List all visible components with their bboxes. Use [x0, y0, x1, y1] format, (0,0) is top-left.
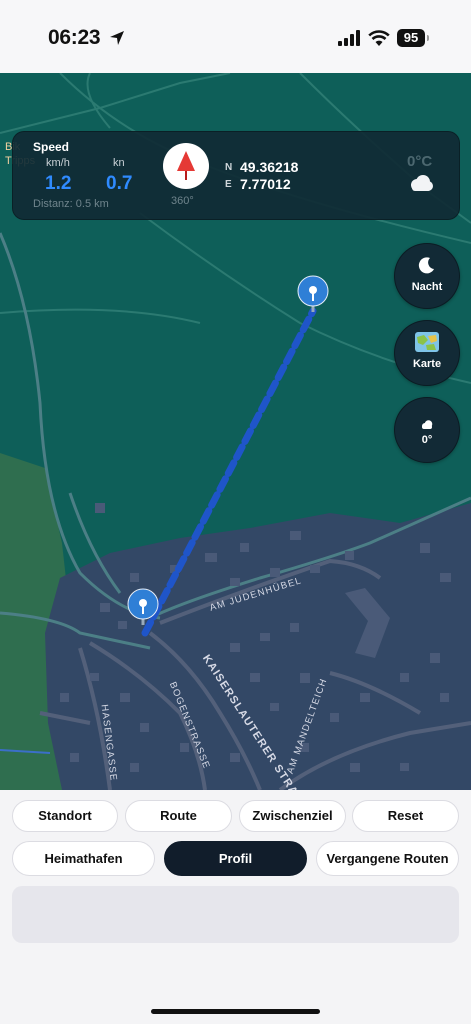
route-button[interactable]: Route — [125, 800, 232, 832]
profil-button[interactable]: Profil — [164, 841, 307, 876]
heading-readout: 360° — [171, 195, 194, 207]
info-panel: Speed km/h kn 1.2 0.7 Distanz: 0.5 km 36… — [12, 131, 460, 220]
compass — [163, 143, 209, 189]
cloud-small-icon — [422, 420, 433, 429]
unit-kmh: km/h — [46, 157, 70, 169]
wind-direction-label: 0° — [421, 434, 433, 446]
cellular-signal-icon — [338, 30, 360, 46]
cloud-icon — [411, 175, 433, 191]
speed-kmh-value: 1.2 — [45, 173, 72, 194]
battery-tip — [427, 35, 429, 41]
map-type-label: Karte — [412, 358, 442, 370]
longitude-label: E — [225, 179, 232, 190]
profile-content-area — [12, 886, 459, 943]
longitude-value: 7.77012 — [240, 176, 291, 192]
map-icon — [415, 332, 439, 352]
bottom-controls: Standort Route Zwischenziel Reset Heimat… — [0, 790, 471, 1024]
night-mode-label: Nacht — [411, 281, 443, 293]
wind-button[interactable]: 0° — [394, 397, 460, 463]
start-pin-icon[interactable] — [127, 587, 159, 629]
latitude-label: N — [225, 162, 233, 173]
destination-pin-icon[interactable] — [297, 274, 329, 316]
vergangene-routen-button[interactable]: Vergangene Routen — [316, 841, 459, 876]
heimathafen-button[interactable]: Heimathafen — [12, 841, 155, 876]
home-indicator[interactable] — [151, 1009, 320, 1014]
unit-kn: kn — [113, 157, 125, 169]
status-bar: 06:23 95 — [0, 0, 471, 73]
night-mode-button[interactable]: Nacht — [394, 243, 460, 309]
wifi-icon — [368, 30, 390, 46]
reset-button[interactable]: Reset — [352, 800, 459, 832]
zwischenziel-button[interactable]: Zwischenziel — [239, 800, 346, 832]
standort-button[interactable]: Standort — [12, 800, 118, 832]
distance-readout: Distanz: 0.5 km — [33, 198, 109, 210]
status-time: 06:23 — [48, 26, 101, 49]
speed-title: Speed — [33, 140, 70, 154]
compass-needle-icon — [177, 151, 195, 180]
map-view[interactable]: Bik Tripps AM JUDENHÜBEL KAISERSLAUTERER… — [0, 73, 471, 790]
map-type-button[interactable]: Karte — [394, 320, 460, 386]
speed-kn-value: 0.7 — [106, 173, 133, 194]
location-arrow-icon — [110, 31, 124, 45]
latitude-value: 49.36218 — [240, 159, 299, 175]
battery-icon: 95 — [397, 29, 425, 47]
moon-icon — [418, 257, 434, 274]
temperature-value: 0°C — [407, 153, 433, 170]
